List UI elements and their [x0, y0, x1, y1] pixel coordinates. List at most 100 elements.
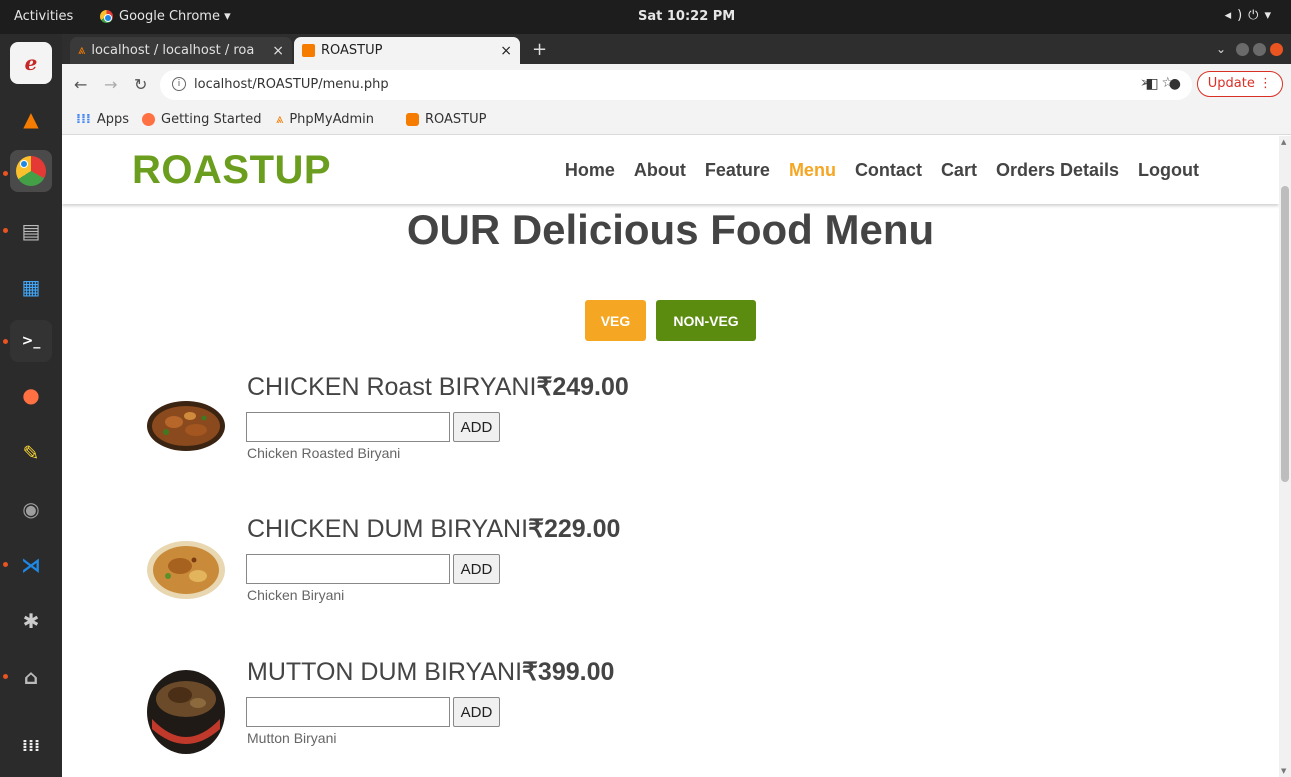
tab-search-icon[interactable]: ⌄	[1216, 42, 1226, 56]
firefox-favicon-icon	[142, 113, 155, 126]
close-window-button[interactable]	[1270, 42, 1283, 56]
add-to-cart-button[interactable]: ADD	[453, 554, 500, 584]
window-controls: ⌄	[1216, 42, 1283, 56]
address-bar[interactable]: i localhost/ROASTUP/menu.php ➢☆	[160, 70, 1192, 100]
add-to-cart-button[interactable]: ADD	[453, 697, 500, 727]
apps-grid-icon: ⁞⁞⁞	[76, 112, 91, 127]
nav-about[interactable]: About	[634, 160, 686, 181]
settings-tools-icon[interactable]: ✱	[10, 600, 52, 642]
menu-item: CHICKEN Roast BIRYANI₹249.00 ADD Chicken…	[146, 372, 1046, 482]
phpmyadmin-favicon-icon: ⩓	[276, 112, 284, 127]
chevron-down-icon: ▾	[1264, 8, 1277, 23]
food-title: CHICKEN Roast BIRYANI	[247, 373, 537, 401]
forward-arrow-icon[interactable]: →	[104, 75, 117, 94]
minimize-button[interactable]	[1236, 42, 1249, 56]
evolution-icon[interactable]: ℯ	[10, 42, 52, 84]
app-menu-label: Google Chrome ▾	[119, 9, 231, 24]
close-icon[interactable]: ×	[272, 43, 284, 59]
site-header: ROASTUP Home About Feature Menu Contact …	[62, 136, 1279, 204]
quantity-input[interactable]	[246, 412, 450, 442]
scrollbar-thumb[interactable]	[1281, 186, 1289, 482]
food-price: ₹249.00	[536, 373, 629, 401]
bookmark-label: Apps	[96, 112, 129, 127]
chrome-dock-icon[interactable]	[10, 150, 52, 192]
app-menu[interactable]: Google Chrome ▾	[100, 9, 231, 24]
scroll-up-icon[interactable]: ▲	[1281, 138, 1286, 146]
mutton-dum-biryani-image	[147, 670, 225, 754]
vlc-icon[interactable]: ▲	[10, 98, 52, 140]
page-scrollbar[interactable]: ▲ ▼	[1279, 136, 1291, 777]
power-icon: ⏻	[1248, 8, 1265, 23]
scanner-icon[interactable]: ⌂	[10, 656, 52, 698]
menu-item: CHICKEN DUM BIRYANI₹229.00 ADD Chicken B…	[146, 514, 1046, 624]
quantity-input[interactable]	[246, 554, 450, 584]
bookmark-apps[interactable]: ⁞⁞⁞ Apps	[76, 112, 129, 127]
quantity-input[interactable]	[246, 697, 450, 727]
veg-filter-button[interactable]: VEG	[585, 300, 646, 341]
xampp-favicon-icon	[302, 44, 315, 57]
terminal-icon[interactable]: >_	[10, 320, 52, 362]
nav-feature[interactable]: Feature	[705, 160, 770, 181]
update-button[interactable]: Update ⋮	[1196, 71, 1283, 97]
food-price: ₹399.00	[522, 658, 615, 686]
reload-icon[interactable]: ↻	[134, 75, 147, 94]
volume-icon: ◂)	[1224, 8, 1249, 23]
clock[interactable]: Sat 10:22 PM	[638, 9, 735, 24]
bookmark-roastup[interactable]: ROASTUP	[406, 112, 486, 127]
nav-logout[interactable]: Logout	[1138, 160, 1199, 181]
text-editor-icon[interactable]: ✎	[10, 432, 52, 474]
nav-cart[interactable]: Cart	[941, 160, 977, 181]
food-name: MUTTON DUM BIRYANI₹399.00	[247, 657, 614, 687]
show-apps-icon[interactable]: ⁞⁞⁞	[10, 724, 52, 766]
speaker-icon[interactable]: ◉	[10, 488, 52, 530]
vscode-icon[interactable]: ⋊	[10, 544, 52, 586]
site-logo[interactable]: ROASTUP	[132, 148, 331, 193]
new-tab-button[interactable]: +	[532, 39, 547, 60]
url-text[interactable]: localhost/ROASTUP/menu.php	[194, 77, 389, 92]
running-indicator	[3, 674, 8, 679]
food-name: CHICKEN Roast BIRYANI₹249.00	[247, 372, 629, 402]
food-title: MUTTON DUM BIRYANI	[247, 658, 523, 686]
system-tray[interactable]: ◂)⏻▾	[1225, 8, 1277, 23]
running-indicator	[3, 228, 8, 233]
nav-contact[interactable]: Contact	[855, 160, 922, 181]
side-panel-icon[interactable]: ◧	[1146, 76, 1169, 92]
add-to-cart-button[interactable]: ADD	[453, 412, 500, 442]
maximize-button[interactable]	[1253, 42, 1266, 56]
phpmyadmin-favicon-icon: ⩓	[78, 43, 86, 58]
browser-tab-strip: ⩓ localhost / localhost / roa × ROASTUP …	[62, 34, 1291, 64]
food-description: Chicken Roasted Biryani	[247, 445, 401, 461]
xampp-favicon-icon	[406, 113, 419, 126]
tab-phpmyadmin[interactable]: ⩓ localhost / localhost / roa ×	[70, 37, 292, 64]
running-indicator	[3, 171, 8, 176]
bookmark-phpmyadmin[interactable]: ⩓ PhpMyAdmin	[276, 112, 374, 127]
tab-roastup[interactable]: ROASTUP ×	[294, 37, 520, 64]
page-viewport: ROASTUP Home About Feature Menu Contact …	[62, 136, 1279, 777]
browser-toolbar: ← → ↻ i localhost/ROASTUP/menu.php ➢☆ ◧●…	[62, 64, 1291, 105]
back-arrow-icon[interactable]: ←	[74, 75, 87, 94]
writer-icon[interactable]: ▦	[10, 266, 52, 308]
profile-icon[interactable]: ●	[1169, 76, 1191, 92]
food-name: CHICKEN DUM BIRYANI₹229.00	[247, 514, 620, 544]
close-icon[interactable]: ×	[500, 43, 512, 59]
nav-menu[interactable]: Menu	[789, 160, 836, 181]
bookmark-label: PhpMyAdmin	[289, 112, 375, 127]
update-label: Update	[1207, 76, 1255, 91]
bookmarks-bar: ⁞⁞⁞ Apps Getting Started ⩓ PhpMyAdmin RO…	[62, 105, 1291, 135]
nav-home[interactable]: Home	[565, 160, 615, 181]
chrome-logo-icon	[16, 156, 46, 186]
running-indicator	[3, 562, 8, 567]
running-indicator	[3, 339, 8, 344]
chrome-icon	[100, 10, 113, 23]
nonveg-filter-button[interactable]: NON-VEG	[656, 300, 756, 341]
site-info-icon[interactable]: i	[172, 77, 186, 91]
activities-button[interactable]: Activities	[14, 9, 73, 24]
files-icon[interactable]: ▤	[10, 210, 52, 252]
bookmark-label: Getting Started	[161, 112, 262, 127]
scroll-down-icon[interactable]: ▼	[1281, 767, 1286, 775]
nav-orders-details[interactable]: Orders Details	[996, 160, 1119, 181]
firefox-icon[interactable]: ●	[10, 374, 52, 416]
food-description: Chicken Biryani	[247, 587, 345, 603]
bookmark-getting-started[interactable]: Getting Started	[142, 112, 262, 127]
menu-item: MUTTON DUM BIRYANI₹399.00 ADD Mutton Bir…	[146, 657, 1046, 767]
